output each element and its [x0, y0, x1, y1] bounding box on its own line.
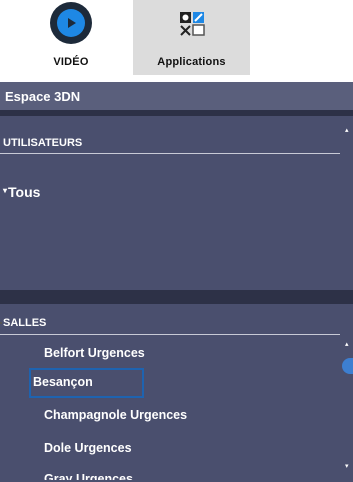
- section-separator: [0, 290, 353, 304]
- room-item[interactable]: Dole Urgences: [44, 441, 132, 455]
- play-circle-icon: [50, 2, 92, 44]
- rooms-scroll-up-icon[interactable]: ▴: [345, 340, 349, 348]
- espace-3dn-panel: Espace 3DN UTILISATEURS ▴ ▾Tous SALLES B…: [0, 82, 353, 482]
- edge-marker: [0, 322, 2, 324]
- users-tree-root[interactable]: ▾Tous: [3, 184, 40, 200]
- users-header-divider: [0, 153, 340, 154]
- collapse-caret-icon[interactable]: ▾: [3, 186, 7, 195]
- room-item[interactable]: Gray Urgences: [44, 472, 133, 480]
- video-button[interactable]: VIDÉO: [10, 0, 132, 75]
- users-section-header: UTILISATEURS: [3, 137, 83, 149]
- users-root-label: Tous: [8, 184, 41, 200]
- applications-button-label: Applications: [157, 56, 226, 68]
- top-toolbar: VIDÉO Applications: [0, 0, 353, 82]
- rooms-section-header: SALLES: [3, 317, 47, 329]
- rooms-scroll-down-icon[interactable]: ▾: [345, 462, 349, 470]
- rooms-scrollbar-thumb[interactable]: [342, 358, 353, 374]
- room-item[interactable]: Belfort Urgences: [44, 346, 145, 360]
- rooms-header-divider: [0, 334, 340, 335]
- panel-title-bar: Espace 3DN: [0, 82, 353, 110]
- applications-button[interactable]: Applications: [133, 0, 250, 75]
- users-scroll-up-icon[interactable]: ▴: [345, 126, 349, 134]
- room-item[interactable]: Champagnole Urgences: [44, 408, 187, 422]
- room-item-selected[interactable]: Besançon: [33, 375, 93, 389]
- title-separator: [0, 110, 353, 116]
- panel-title: Espace 3DN: [5, 89, 81, 104]
- video-button-label: VIDÉO: [53, 56, 89, 68]
- apps-grid-icon: [179, 12, 205, 36]
